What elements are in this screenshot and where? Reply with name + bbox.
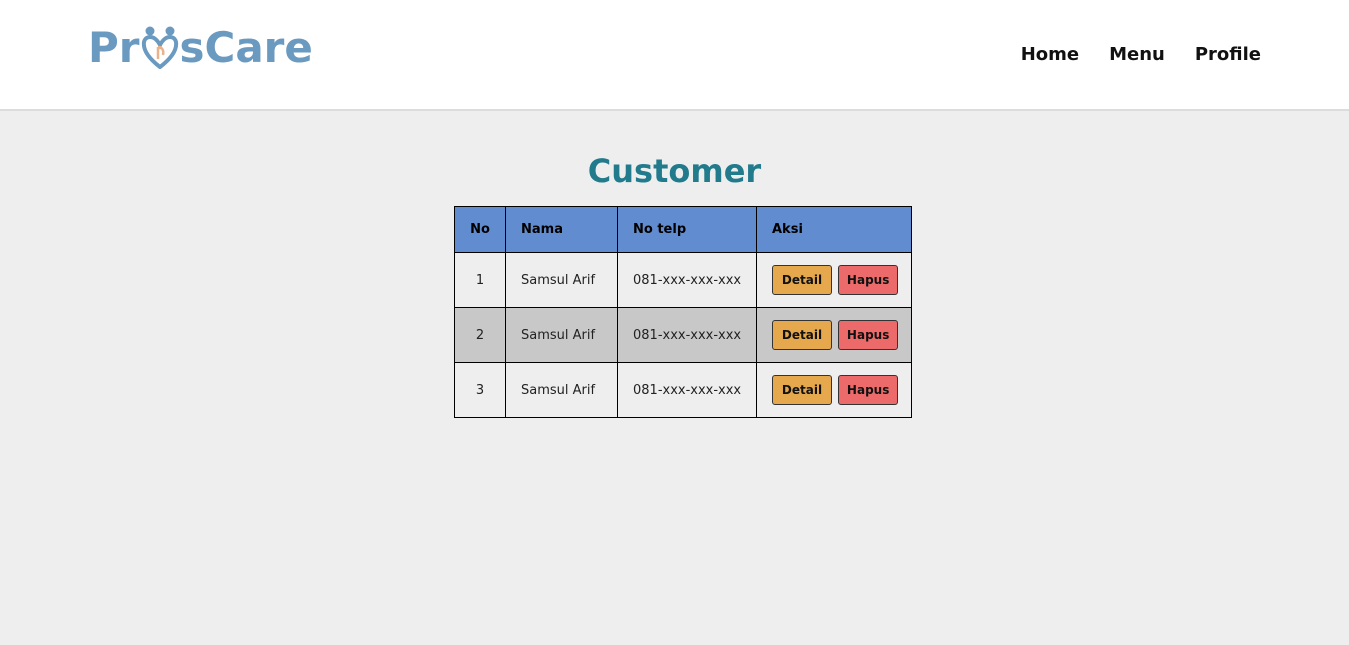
cell-aksi: Detail Hapus [756, 307, 912, 363]
nav-home[interactable]: Home [1021, 44, 1079, 65]
cell-no: 3 [454, 362, 506, 418]
cell-telp: 081-xxx-xxx-xxx [617, 362, 757, 418]
page-title: Customer [587, 152, 762, 190]
cell-no: 1 [454, 252, 506, 308]
cell-nama: Samsul Arif [505, 252, 618, 308]
customer-table: No Nama No telp Aksi 1 Samsul Arif 081-x… [454, 206, 912, 418]
nav-links: Home Menu Profile [1021, 44, 1261, 65]
header-nama: Nama [505, 206, 618, 253]
cell-telp: 081-xxx-xxx-xxx [617, 252, 757, 308]
brand-text-end: sCare [179, 22, 313, 72]
brand-text-start: Pr [88, 22, 140, 72]
hapus-button[interactable]: Hapus [838, 265, 899, 295]
header-telp: No telp [617, 206, 757, 253]
header-no: No [454, 206, 506, 253]
nav-profile[interactable]: Profile [1195, 44, 1261, 65]
nav-menu[interactable]: Menu [1109, 44, 1165, 65]
cell-nama: Samsul Arif [505, 307, 618, 363]
cell-nama: Samsul Arif [505, 362, 618, 418]
cell-telp: 081-xxx-xxx-xxx [617, 307, 757, 363]
navbar: Pr sCare Home Menu Profile [0, 0, 1349, 111]
cell-aksi: Detail Hapus [756, 362, 912, 418]
hapus-button[interactable]: Hapus [838, 375, 899, 405]
heart-icon [141, 26, 178, 69]
table-header-row: No Nama No telp Aksi [454, 206, 912, 253]
table-row: 3 Samsul Arif 081-xxx-xxx-xxx Detail Hap… [454, 362, 912, 418]
cell-no: 2 [454, 307, 506, 363]
cell-aksi: Detail Hapus [756, 252, 912, 308]
header-aksi: Aksi [756, 206, 912, 253]
table-row: 1 Samsul Arif 081-xxx-xxx-xxx Detail Hap… [454, 252, 912, 308]
table-row: 2 Samsul Arif 081-xxx-xxx-xxx Detail Hap… [454, 307, 912, 363]
hapus-button[interactable]: Hapus [838, 320, 899, 350]
detail-button[interactable]: Detail [772, 375, 832, 405]
brand-logo[interactable]: Pr sCare [88, 22, 313, 72]
detail-button[interactable]: Detail [772, 320, 832, 350]
detail-button[interactable]: Detail [772, 265, 832, 295]
